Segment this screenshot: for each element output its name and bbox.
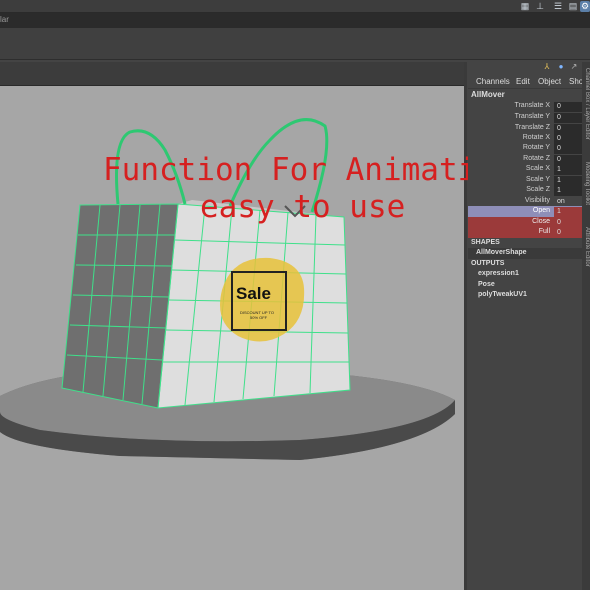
list-icon[interactable]: ☰ bbox=[552, 1, 564, 12]
side-tab-channel-box[interactable]: Channel Box / Layer Editor bbox=[582, 68, 590, 140]
output-node[interactable]: expression1 bbox=[478, 270, 519, 277]
attr-value[interactable]: 0 bbox=[554, 113, 582, 123]
channel-box-panel: ⅄ ● ↗ Channels Edit Object Show AllMover… bbox=[468, 62, 590, 590]
attr-label: Close bbox=[532, 218, 550, 225]
attr-label: Translate X bbox=[514, 102, 550, 109]
attr-row-open[interactable]: Open 1 bbox=[468, 206, 582, 217]
attr-row-full[interactable]: Full 0 bbox=[468, 227, 582, 238]
shapes-header: SHAPES bbox=[471, 239, 500, 246]
top-toolbar: ▦ ⊥ ☰ ▤ ⚙ bbox=[0, 0, 590, 13]
output-node[interactable]: polyTweakUV1 bbox=[478, 291, 527, 298]
arrow-icon[interactable]: ↗ bbox=[569, 62, 579, 72]
attr-row[interactable]: Rotate Z 0 bbox=[468, 155, 582, 165]
render-icon[interactable]: ▦ bbox=[519, 1, 531, 12]
settings-icon[interactable]: ⚙ bbox=[580, 1, 590, 12]
attr-label: Scale Z bbox=[526, 186, 550, 193]
attr-value[interactable]: 0 bbox=[554, 124, 582, 134]
shelf-tab-strip: lar bbox=[0, 13, 590, 28]
attr-row[interactable]: Translate Z 0 bbox=[468, 124, 582, 134]
attr-value[interactable]: 1 bbox=[554, 176, 582, 186]
attr-label: Scale Y bbox=[526, 176, 550, 183]
output-node[interactable]: Pose bbox=[478, 281, 495, 288]
axis-icon[interactable]: ⅄ bbox=[542, 62, 552, 72]
attr-label: Translate Y bbox=[514, 113, 550, 120]
3d-viewport[interactable]: Sale DISCOUNT UP TO 50% OFF bbox=[0, 62, 467, 590]
attr-value[interactable]: 0 bbox=[554, 134, 582, 144]
menu-edit[interactable]: Edit bbox=[516, 77, 530, 86]
side-tab-strip: Channel Box / Layer Editor Modeling Tool… bbox=[582, 62, 590, 590]
attr-value[interactable]: 0 bbox=[554, 155, 582, 165]
overlay-subtitle: easy to use bbox=[200, 189, 406, 225]
attr-label: Scale X bbox=[525, 165, 550, 172]
layout-icon[interactable]: ⊥ bbox=[534, 1, 546, 12]
menu-object[interactable]: Object bbox=[538, 77, 561, 86]
attr-row[interactable]: Rotate X 0 bbox=[468, 134, 582, 144]
side-tab-attribute-editor[interactable]: Attribute Editor bbox=[582, 227, 590, 267]
attr-label: Open bbox=[532, 207, 550, 214]
grid-icon[interactable]: ▤ bbox=[567, 1, 579, 12]
sphere-icon[interactable]: ● bbox=[556, 62, 566, 72]
attr-value[interactable]: 1 bbox=[554, 207, 582, 217]
attr-label: Visibility bbox=[524, 197, 550, 204]
overlay-title: Function For Animation bbox=[103, 152, 514, 188]
attr-row[interactable]: Translate Y 0 bbox=[468, 113, 582, 123]
shelf-tab[interactable]: lar bbox=[0, 15, 9, 24]
sale-text: Sale bbox=[236, 284, 271, 303]
attr-row[interactable]: Translate X 0 bbox=[468, 102, 582, 112]
attr-row[interactable]: Rotate Y 0 bbox=[468, 144, 582, 154]
side-tab-modeling-toolkit[interactable]: Modeling Toolkit bbox=[582, 162, 590, 205]
node-name[interactable]: AllMover bbox=[471, 90, 505, 99]
outputs-header: OUTPUTS bbox=[471, 260, 505, 267]
attr-label: Translate Z bbox=[514, 124, 550, 131]
panel-icon-row: ⅄ ● ↗ bbox=[468, 62, 590, 74]
attr-row[interactable]: Scale Y 1 bbox=[468, 176, 582, 186]
scene-render bbox=[0, 118, 455, 460]
attr-label: Rotate Z bbox=[523, 155, 550, 162]
channel-box-menu: Channels Edit Object Show bbox=[468, 75, 582, 89]
attr-value[interactable]: 0 bbox=[554, 102, 582, 112]
attr-row[interactable]: Scale X 1 bbox=[468, 165, 582, 175]
menu-channels[interactable]: Channels bbox=[476, 77, 510, 86]
sale-fine-line2: 50% OFF bbox=[250, 315, 268, 320]
viewport-header bbox=[0, 62, 466, 86]
menu-show[interactable]: Show bbox=[569, 77, 582, 86]
shelf bbox=[0, 28, 590, 60]
viewport-divider[interactable] bbox=[464, 62, 467, 590]
attr-label: Rotate Y bbox=[522, 144, 550, 151]
attr-label: Full bbox=[538, 228, 550, 235]
attr-value[interactable]: 0 bbox=[554, 228, 582, 238]
attr-value[interactable]: 0 bbox=[554, 144, 582, 154]
shape-node[interactable]: AllMoverShape bbox=[476, 249, 527, 256]
attr-row[interactable]: Scale Z 1 bbox=[468, 186, 582, 196]
attr-value[interactable]: 1 bbox=[554, 186, 582, 196]
attr-value[interactable]: 1 bbox=[554, 165, 582, 175]
attr-label: Rotate X bbox=[522, 134, 550, 141]
